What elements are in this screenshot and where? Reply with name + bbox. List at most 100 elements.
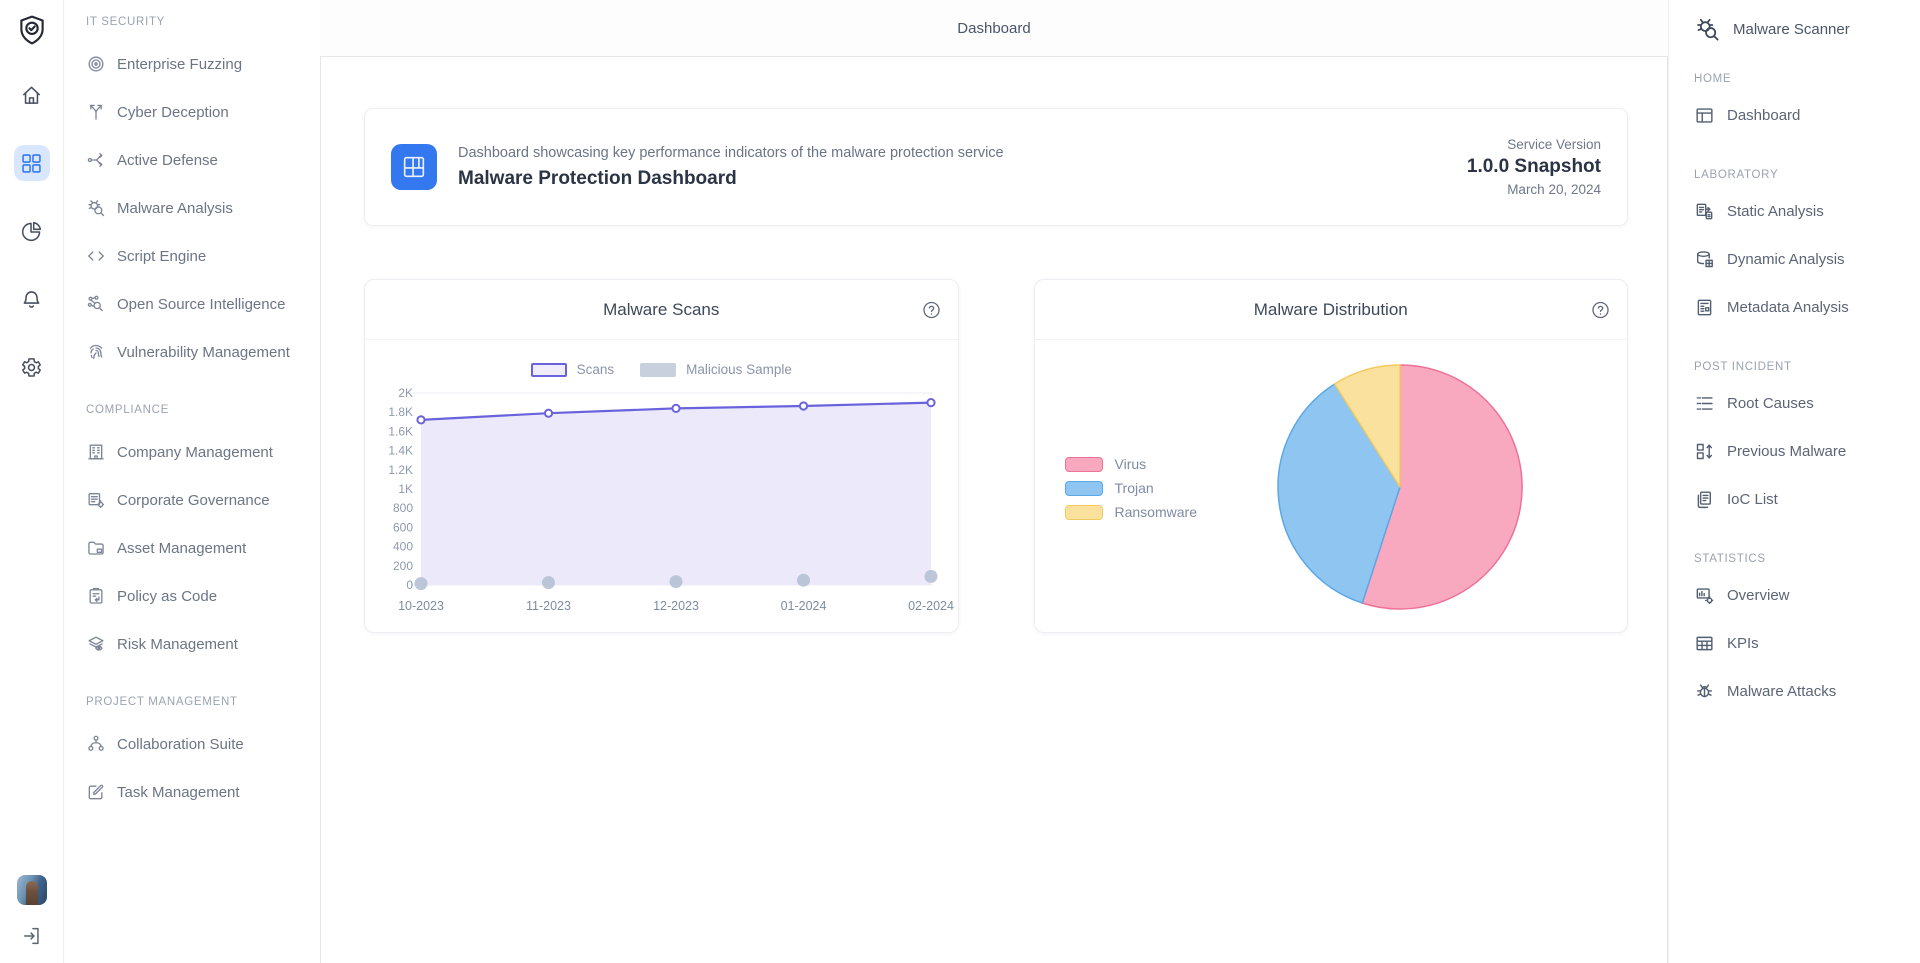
bug-scan-icon	[86, 198, 106, 218]
sidebar-item-label: Open Source Intelligence	[117, 296, 285, 313]
rightbar-item-label: Overview	[1727, 587, 1790, 604]
sidebar-item-asset-management[interactable]: Asset Management	[86, 524, 320, 572]
left-sidebar: IT SECURITYEnterprise FuzzingCyber Decep…	[65, 0, 320, 963]
svg-text:1.6K: 1.6K	[388, 424, 413, 438]
logout-button[interactable]	[17, 921, 47, 951]
svg-text:0: 0	[406, 578, 413, 592]
bell-icon	[20, 288, 43, 311]
shield-check-logo-icon	[15, 13, 49, 47]
sidebar-item-label: Asset Management	[117, 540, 246, 557]
legend-label: Ransomware	[1115, 504, 1197, 520]
sidebar-item-collaboration-suite[interactable]: Collaboration Suite	[86, 720, 320, 768]
help-icon[interactable]	[921, 299, 942, 320]
grid-icon	[20, 152, 43, 175]
sidebar-item-policy-as-code[interactable]: Policy as Code	[86, 572, 320, 620]
overview-title: Malware Protection Dashboard	[458, 168, 1004, 190]
svg-text:1.4K: 1.4K	[388, 444, 413, 458]
svg-text:1K: 1K	[398, 482, 413, 496]
rightbar-item-previous-malware[interactable]: Previous Malware	[1694, 427, 1920, 475]
page-title: Dashboard	[957, 20, 1030, 37]
sidebar-item-open-source-intelligence[interactable]: Open Source Intelligence	[86, 280, 320, 328]
layers-eye-icon	[86, 634, 106, 654]
list-gear-icon	[86, 490, 106, 510]
sidebar-item-corporate-governance[interactable]: Corporate Governance	[86, 476, 320, 524]
rightbar-item-kpis[interactable]: KPIs	[1694, 619, 1920, 667]
rail-button-gear[interactable]	[14, 349, 50, 385]
rail-nav	[14, 77, 50, 417]
legend-item-scans[interactable]: Scans	[531, 362, 615, 377]
sidebar-section-it-security: IT SECURITYEnterprise FuzzingCyber Decep…	[86, 16, 320, 376]
sidebar-item-company-management[interactable]: Company Management	[86, 428, 320, 476]
rightbar-item-dynamic-analysis[interactable]: Dynamic Analysis	[1694, 235, 1920, 283]
rightbar-item-malware-attacks[interactable]: Malware Attacks	[1694, 667, 1920, 715]
sidebar-item-label: Vulnerability Management	[117, 344, 290, 361]
rail-button-home[interactable]	[14, 77, 50, 113]
line-chart-body: ScansMalicious Sample 02004006008001K1.2…	[365, 362, 958, 655]
svg-text:12-2023: 12-2023	[653, 599, 699, 613]
gear-icon	[20, 356, 43, 379]
sidebar-item-malware-analysis[interactable]: Malware Analysis	[86, 184, 320, 232]
legend-item-trojan[interactable]: Trojan	[1065, 480, 1197, 496]
rightbar-item-static-analysis[interactable]: Static Analysis	[1694, 187, 1920, 235]
topbar: Dashboard	[320, 0, 1668, 56]
sidebar-item-cyber-deception[interactable]: Cyber Deception	[86, 88, 320, 136]
rightbar-section-post-incident: POST INCIDENTRoot CausesPrevious Malware…	[1694, 361, 1920, 523]
rightbar-item-overview[interactable]: Overview	[1694, 571, 1920, 619]
rightbar-item-metadata-analysis[interactable]: Metadata Analysis	[1694, 283, 1920, 331]
charts-row: Malware Scans ScansMalicious Sample 0200…	[364, 279, 1628, 633]
doc-meta-icon	[1694, 297, 1715, 318]
svg-text:1.2K: 1.2K	[388, 463, 413, 477]
sidebar-item-active-defense[interactable]: Active Defense	[86, 136, 320, 184]
sidebar-item-label: Policy as Code	[117, 588, 217, 605]
legend-label: Scans	[577, 362, 615, 377]
sidebar-item-label: Script Engine	[117, 248, 206, 265]
bug-icon	[1694, 681, 1715, 702]
card-title: Malware Distribution	[1254, 300, 1408, 320]
rightbar-brand-label: Malware Scanner	[1733, 21, 1850, 38]
fingerprint-icon	[86, 342, 106, 362]
svg-text:600: 600	[393, 520, 413, 534]
layout-icon	[400, 153, 428, 181]
clipboard-icon	[86, 586, 106, 606]
sidebar-item-vulnerability-management[interactable]: Vulnerability Management	[86, 328, 320, 376]
sidebar-item-label: Malware Analysis	[117, 200, 233, 217]
sidebar-item-enterprise-fuzzing[interactable]: Enterprise Fuzzing	[86, 40, 320, 88]
target-icon	[86, 54, 106, 74]
svg-text:800: 800	[393, 501, 413, 515]
rightbar-section-home: HOMEDashboard	[1694, 73, 1920, 139]
overview-card: Dashboard showcasing key performance ind…	[364, 108, 1628, 226]
sidebar-item-label: Task Management	[117, 784, 240, 801]
sidebar-item-script-engine[interactable]: Script Engine	[86, 232, 320, 280]
sidebar-item-label: Active Defense	[117, 152, 218, 169]
legend-label: Malicious Sample	[686, 362, 792, 377]
rightbar-item-root-causes[interactable]: Root Causes	[1694, 379, 1920, 427]
rail-button-grid[interactable]	[14, 145, 50, 181]
legend-swatch	[531, 363, 567, 377]
rightbar-item-label: Static Analysis	[1727, 203, 1824, 220]
sidebar-item-risk-management[interactable]: Risk Management	[86, 620, 320, 668]
window-icon	[1694, 105, 1715, 126]
home-icon	[20, 84, 43, 107]
dashboard-layout-icon-badge	[391, 144, 437, 190]
rightbar-item-dashboard[interactable]: Dashboard	[1694, 91, 1920, 139]
malware-distribution-card: Malware Distribution Virus Trojan Ransomwa…	[1034, 279, 1629, 633]
legend-swatch	[1065, 457, 1103, 472]
flow-icon	[86, 150, 106, 170]
help-icon[interactable]	[1590, 299, 1611, 320]
building-icon	[86, 442, 106, 462]
rightbar-section-title: LABORATORY	[1694, 169, 1920, 181]
rightbar-item-label: IoC List	[1727, 491, 1778, 508]
sidebar-item-task-management[interactable]: Task Management	[86, 768, 320, 816]
pie-chart-legend: Virus Trojan Ransomware	[1065, 456, 1197, 520]
user-avatar[interactable]	[17, 875, 47, 905]
overview-icon	[1694, 585, 1715, 606]
legend-item-virus[interactable]: Virus	[1065, 456, 1197, 472]
legend-item-malicious-sample[interactable]: Malicious Sample	[640, 362, 792, 377]
rail-button-bell[interactable]	[14, 281, 50, 317]
code-icon	[86, 246, 106, 266]
sidebar-section-title: COMPLIANCE	[86, 404, 320, 416]
rightbar-item-ioc-list[interactable]: IoC List	[1694, 475, 1920, 523]
legend-item-ransomware[interactable]: Ransomware	[1065, 504, 1197, 520]
rail-button-pie-chart[interactable]	[14, 213, 50, 249]
svg-text:2K: 2K	[398, 386, 413, 400]
